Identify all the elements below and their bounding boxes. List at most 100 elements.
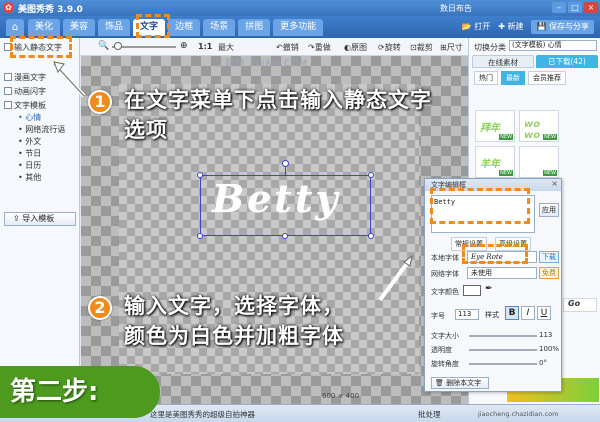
web-font-select[interactable]: 未使用 bbox=[467, 267, 537, 279]
status-message[interactable]: 这里是美图秀秀的超级自拍神器 bbox=[150, 409, 255, 420]
delete-text-label: 删除本文字 bbox=[446, 379, 482, 387]
step-2-instruction-line2: 颜色为白色并加粗字体 bbox=[124, 324, 344, 348]
tool-bar: 🔍 ⊕ 1:1 最大 ↶撤销 ↷重做 ◐原图 ⟳旋转 ⊡裁剪 ⊞尺寸 bbox=[80, 38, 468, 56]
highlight-font-select bbox=[462, 244, 528, 264]
resize-handle-br[interactable] bbox=[368, 233, 374, 239]
web-font-label: 网络字体 bbox=[431, 270, 459, 278]
material-thumbnail[interactable]: NEW bbox=[519, 146, 559, 178]
category-label: 其他 bbox=[25, 173, 42, 182]
category-net-slang[interactable]: • 网络流行语 bbox=[18, 124, 65, 135]
maximize-icon[interactable]: □ bbox=[568, 2, 582, 13]
thumbnail-text: Go bbox=[568, 299, 581, 308]
opacity-label: 透明度 bbox=[431, 346, 452, 354]
free-badge[interactable]: 免费 bbox=[539, 267, 559, 279]
filter-newest[interactable]: 最新 bbox=[501, 71, 525, 85]
filter-hot[interactable]: 热门 bbox=[474, 71, 498, 85]
undo-label: 撤销 bbox=[282, 43, 299, 52]
new-badge: NEW bbox=[499, 134, 513, 140]
category-label: 节日 bbox=[25, 149, 42, 158]
tab-online-material[interactable]: 在线素材 bbox=[472, 55, 534, 68]
redo-button[interactable]: ↷重做 bbox=[308, 42, 331, 53]
step-1-badge: 1 bbox=[88, 90, 112, 114]
home-icon[interactable]: ⌂ bbox=[6, 19, 24, 36]
actual-size-button[interactable]: 1:1 bbox=[198, 42, 212, 51]
thumbnail-text: 羊年 bbox=[480, 159, 500, 170]
rotate-angle-slider[interactable] bbox=[469, 363, 537, 365]
minimize-icon[interactable]: – bbox=[552, 2, 566, 13]
main-menu: ⌂ 美化 美容 饰品 文字 边框 场景 拼图 更多功能 📂 打开 ✚ 新建 💾 … bbox=[0, 16, 600, 38]
animated-text-button[interactable]: 动画闪字 bbox=[4, 86, 46, 97]
tab-downloaded[interactable]: 已下载(42) bbox=[536, 55, 598, 68]
motion-text-button[interactable]: 漫画文字 bbox=[4, 72, 46, 83]
text-template-folder[interactable]: 文字模板 bbox=[4, 100, 46, 111]
crop-button[interactable]: ⊡裁剪 bbox=[410, 42, 433, 53]
resize-button[interactable]: ⊞尺寸 bbox=[440, 42, 463, 53]
material-thumbnail[interactable]: wo wo NEW bbox=[519, 110, 559, 142]
user-notice[interactable]: 数日布告 bbox=[440, 3, 472, 14]
zoom-out-icon[interactable]: 🔍 bbox=[98, 41, 109, 51]
close-icon[interactable]: × bbox=[584, 2, 598, 13]
material-thumbnail[interactable]: 拜年 NEW bbox=[475, 110, 515, 142]
size-select[interactable]: 113 bbox=[455, 309, 479, 320]
dialog-close-icon[interactable]: × bbox=[551, 179, 558, 188]
tab-border[interactable]: 边框 bbox=[168, 19, 201, 36]
material-thumbnail[interactable]: Go bbox=[563, 298, 597, 312]
original-button[interactable]: ◐原图 bbox=[344, 42, 367, 53]
new-button[interactable]: ✚ 新建 bbox=[498, 20, 523, 34]
category-festival[interactable]: • 节日 bbox=[18, 148, 41, 159]
opacity-slider[interactable] bbox=[469, 349, 537, 351]
category-calendar[interactable]: • 日历 bbox=[18, 160, 41, 171]
category-mood[interactable]: • 心情 bbox=[18, 112, 41, 123]
tab-more[interactable]: 更多功能 bbox=[273, 19, 324, 36]
save-share-button[interactable]: 💾 保存与分享 bbox=[531, 20, 594, 34]
step-1-instruction-line1: 在文字菜单下点击输入静态文字 bbox=[124, 88, 432, 112]
rotate-handle[interactable] bbox=[282, 160, 289, 167]
rotate-button[interactable]: ⟳旋转 bbox=[378, 42, 401, 53]
delete-text-button[interactable]: 🗑 删除本文字 bbox=[431, 377, 489, 389]
resize-handle-tl[interactable] bbox=[197, 172, 203, 178]
image-size-label: 600 × 400 bbox=[322, 392, 360, 400]
switch-category-label: 切换分类 bbox=[474, 43, 506, 52]
tab-accessories[interactable]: 饰品 bbox=[98, 19, 131, 36]
apply-button[interactable]: 应用 bbox=[539, 203, 559, 217]
resize-handle-tr[interactable] bbox=[368, 172, 374, 178]
new-label: 新建 bbox=[507, 22, 524, 31]
step-1-instruction-line2: 选项 bbox=[124, 118, 168, 142]
open-button[interactable]: 📂 打开 bbox=[462, 20, 491, 34]
text-template-label: 文字模板 bbox=[14, 101, 46, 110]
motion-text-icon bbox=[4, 73, 12, 81]
download-font-button[interactable]: 下载 bbox=[539, 251, 559, 263]
batch-process-button[interactable]: 批处理 bbox=[418, 409, 441, 420]
bold-button[interactable]: B bbox=[505, 306, 519, 320]
tab-beautify[interactable]: 美化 bbox=[28, 19, 61, 36]
category-foreign[interactable]: • 外文 bbox=[18, 136, 41, 147]
resize-handle-b[interactable] bbox=[282, 233, 288, 239]
animated-text-label: 动画闪字 bbox=[14, 87, 46, 96]
eyedropper-icon[interactable]: ✒ bbox=[485, 284, 493, 294]
underline-button[interactable]: U bbox=[537, 306, 551, 320]
material-thumbnail[interactable]: 羊年 NEW bbox=[475, 146, 515, 178]
italic-button[interactable]: I bbox=[521, 306, 535, 320]
zoom-slider-handle[interactable] bbox=[114, 42, 122, 50]
resize-handle-bl[interactable] bbox=[197, 233, 203, 239]
category-other[interactable]: • 其他 bbox=[18, 172, 41, 183]
category-select[interactable]: (文字模板) 心情 bbox=[509, 40, 597, 51]
rotate-label: 旋转 bbox=[384, 43, 401, 52]
zoom-in-icon[interactable]: ⊕ bbox=[180, 41, 188, 51]
undo-button[interactable]: ↶撤销 bbox=[276, 42, 299, 53]
menu-actions: 📂 打开 ✚ 新建 💾 保存与分享 bbox=[462, 20, 594, 34]
import-template-button[interactable]: ⇪ 导入模板 bbox=[4, 212, 76, 226]
tab-scene[interactable]: 场景 bbox=[203, 19, 236, 36]
save-label: 保存与分享 bbox=[549, 22, 589, 31]
original-label: 原图 bbox=[350, 43, 367, 52]
tab-beauty[interactable]: 美容 bbox=[63, 19, 96, 36]
max-size-button[interactable]: 最大 bbox=[218, 42, 234, 53]
category-label: 日历 bbox=[25, 161, 42, 170]
text-color-swatch[interactable] bbox=[463, 285, 481, 296]
app-logo-icon: ✿ bbox=[3, 2, 14, 13]
tab-collage[interactable]: 拼图 bbox=[238, 19, 271, 36]
filter-vip[interactable]: 会员推荐 bbox=[528, 71, 566, 85]
highlight-text-tab bbox=[136, 14, 170, 38]
font-size-slider[interactable] bbox=[469, 335, 537, 337]
canvas-text[interactable]: Betty bbox=[212, 176, 340, 221]
